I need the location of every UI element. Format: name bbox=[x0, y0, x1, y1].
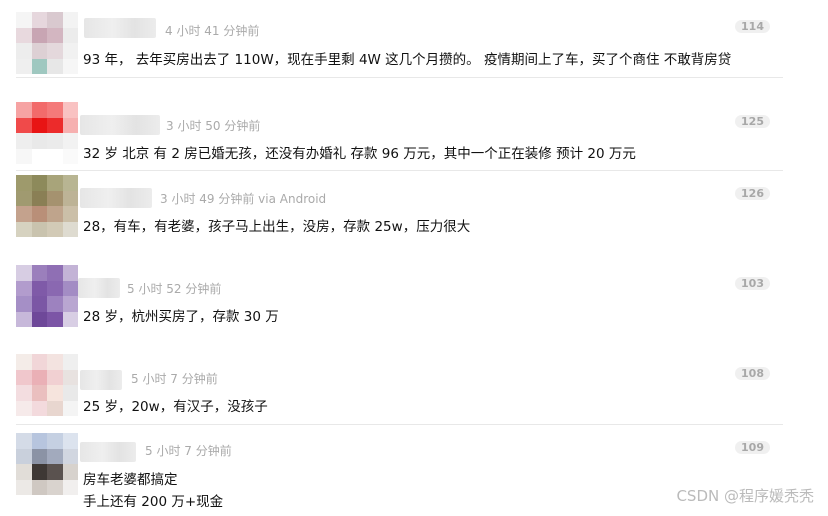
reply-item: 3 小时 49 分钟前 via Android 126 28，有车，有老婆，孩子… bbox=[0, 171, 790, 259]
reply-timestamp: 3 小时 49 分钟前 via Android bbox=[160, 192, 327, 206]
reply-item: 3 小时 50 分钟前 125 32 岁 北京 有 2 房已婚无孩，还没有办婚礼… bbox=[0, 78, 790, 170]
reply-floor-number: 114 bbox=[735, 20, 770, 33]
reply-content: 25 岁，20w，有汉子，没孩子 bbox=[83, 399, 268, 415]
avatar[interactable] bbox=[16, 433, 78, 495]
reply-item: 5 小时 52 分钟前 103 28 岁，杭州买房了，存款 30 万 bbox=[0, 259, 790, 344]
avatar[interactable] bbox=[16, 102, 78, 164]
reply-timestamp: 5 小时 7 分钟前 bbox=[131, 372, 218, 386]
username-blurred[interactable] bbox=[80, 370, 122, 390]
avatar[interactable] bbox=[16, 265, 78, 327]
reply-timestamp: 5 小时 7 分钟前 bbox=[145, 444, 232, 458]
reply-floor-number: 108 bbox=[735, 367, 770, 380]
reply-content: 32 岁 北京 有 2 房已婚无孩，还没有办婚礼 存款 96 万元，其中一个正在… bbox=[83, 146, 636, 162]
reply-floor-number: 125 bbox=[735, 115, 770, 128]
reply-floor-number: 103 bbox=[735, 277, 770, 290]
username-blurred[interactable] bbox=[78, 278, 120, 298]
reply-timestamp: 3 小时 50 分钟前 bbox=[166, 119, 261, 133]
reply-content: 28 岁，杭州买房了，存款 30 万 bbox=[83, 309, 279, 325]
reply-timestamp: 4 小时 41 分钟前 bbox=[165, 24, 260, 38]
avatar[interactable] bbox=[16, 12, 78, 74]
username-blurred[interactable] bbox=[80, 188, 152, 208]
username-blurred[interactable] bbox=[80, 115, 160, 135]
reply-content: 28，有车，有老婆，孩子马上出生，没房，存款 25w，压力很大 bbox=[83, 219, 471, 235]
reply-item: 5 小时 7 分钟前 108 25 岁，20w，有汉子，没孩子 bbox=[0, 344, 790, 424]
reply-floor-number: 126 bbox=[735, 187, 770, 200]
username-blurred[interactable] bbox=[84, 18, 156, 38]
watermark: CSDN @程序媛秃秃 bbox=[676, 487, 814, 505]
reply-content-line: 房车老婆都搞定 bbox=[83, 472, 178, 488]
reply-content: 93 年， 去年买房出去了 110W，现在手里剩 4W 这几个月攒的。 疫情期间… bbox=[83, 52, 732, 68]
reply-timestamp: 5 小时 52 分钟前 bbox=[127, 282, 222, 296]
username-blurred[interactable] bbox=[80, 442, 136, 462]
reply-content-line: 手上还有 200 万+现金 bbox=[83, 494, 224, 510]
reply-item: 4 小时 41 分钟前 114 93 年， 去年买房出去了 110W，现在手里剩… bbox=[0, 0, 790, 78]
avatar[interactable] bbox=[16, 354, 78, 416]
reply-item: 5 小时 7 分钟前 109 房车老婆都搞定 手上还有 200 万+现金 bbox=[0, 425, 790, 516]
avatar[interactable] bbox=[16, 175, 78, 237]
reply-floor-number: 109 bbox=[735, 441, 770, 454]
